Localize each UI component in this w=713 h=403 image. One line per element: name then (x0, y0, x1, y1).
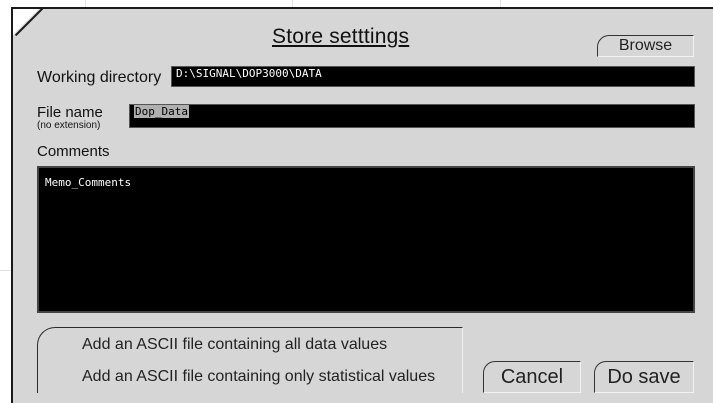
comments-value: Memo_Comments (45, 176, 132, 189)
browse-button[interactable]: Browse (597, 35, 694, 57)
option-statistical-values[interactable]: Add an ASCII file containing only statis… (82, 368, 435, 386)
option-all-data-values[interactable]: Add an ASCII file containing all data va… (82, 336, 387, 354)
dialog-title: Store setttings (272, 25, 410, 48)
file-name-field[interactable]: Dop_Data (129, 104, 695, 128)
comments-memo[interactable]: Memo_Comments (37, 166, 695, 313)
cancel-button[interactable]: Cancel (483, 361, 581, 393)
file-name-value: Dop_Data (134, 105, 189, 118)
comments-label: Comments (37, 143, 110, 160)
working-directory-value: D:\SIGNAL\DOP3000\DATA (176, 67, 322, 80)
do-save-button[interactable]: Do save (594, 361, 694, 393)
working-directory-label: Working directory (37, 69, 162, 86)
working-directory-field[interactable]: D:\SIGNAL\DOP3000\DATA (171, 66, 695, 87)
file-name-label: File name (37, 104, 103, 121)
file-name-sublabel: (no extension) (37, 120, 101, 131)
